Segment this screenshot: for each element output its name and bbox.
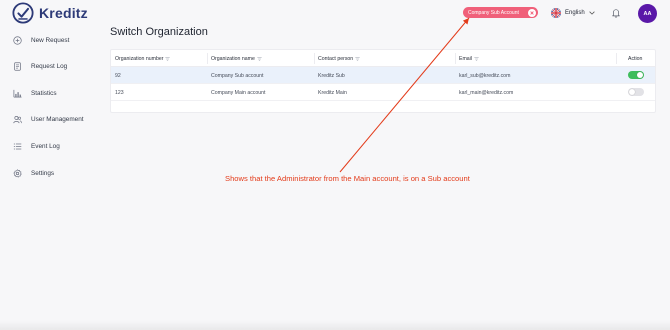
org-name-cell: Company Main account bbox=[211, 89, 266, 96]
org-number-cell: 123 bbox=[115, 89, 124, 96]
sidebar-item-label: Statistics bbox=[31, 89, 57, 97]
sidebar-item-label: Settings bbox=[31, 169, 55, 177]
filter-icon bbox=[165, 56, 171, 61]
language-label: English bbox=[565, 10, 585, 16]
sidebar-item-statistics[interactable]: Statistics bbox=[13, 86, 57, 100]
email-cell: karl_main@kreditz.com bbox=[459, 89, 514, 96]
uk-flag-icon bbox=[551, 8, 561, 18]
column-header-action: Action bbox=[628, 55, 643, 62]
filter-icon bbox=[474, 56, 479, 61]
sidebar-item-event-log[interactable]: Event Log bbox=[13, 139, 60, 153]
logo[interactable]: Kreditz bbox=[12, 2, 88, 24]
avatar[interactable]: AA bbox=[638, 4, 657, 23]
gear-icon bbox=[13, 168, 22, 178]
column-divider bbox=[455, 53, 456, 64]
annotation-text: Shows that the Administrator from the Ma… bbox=[225, 174, 470, 183]
sidebar-item-request-log[interactable]: Request Log bbox=[13, 59, 67, 73]
bottom-shadow bbox=[0, 320, 670, 330]
sidebar: Kreditz New Request Request Log Statisti… bbox=[0, 0, 100, 330]
table-row[interactable]: 123 Company Main account Kreditz Main ka… bbox=[111, 84, 655, 101]
sidebar-item-label: User Management bbox=[31, 115, 84, 123]
chevron-down-icon bbox=[589, 11, 595, 15]
sidebar-item-settings[interactable]: Settings bbox=[13, 166, 54, 180]
users-icon bbox=[13, 115, 22, 123]
page-title: Switch Organization bbox=[110, 26, 208, 38]
sidebar-item-label: Request Log bbox=[31, 62, 68, 70]
table-header: Organization number Organization name Co… bbox=[111, 50, 655, 67]
sidebar-item-new-request[interactable]: New Request bbox=[13, 33, 69, 47]
org-name-cell: Company Sub account bbox=[211, 72, 264, 79]
language-selector[interactable]: English bbox=[551, 7, 595, 19]
plus-circle-icon bbox=[13, 35, 22, 45]
email-cell: karl_sub@kreditz.com bbox=[459, 72, 511, 79]
contact-cell: Kreditz Main bbox=[318, 89, 347, 96]
logo-check-icon bbox=[12, 2, 34, 24]
sidebar-item-user-management[interactable]: User Management bbox=[13, 112, 84, 126]
switch-organization-toggle[interactable] bbox=[628, 71, 644, 79]
bell-icon[interactable] bbox=[611, 8, 621, 18]
organization-table: Organization number Organization name Co… bbox=[110, 49, 656, 113]
column-divider bbox=[616, 53, 617, 64]
table-row[interactable]: 92 Company Sub account Kreditz Sub karl_… bbox=[111, 67, 655, 84]
current-organization-badge[interactable]: Company Sub Account bbox=[463, 7, 538, 18]
filter-icon bbox=[355, 56, 360, 61]
sidebar-item-label: Event Log bbox=[31, 142, 60, 150]
filter-icon bbox=[257, 56, 262, 61]
list-icon bbox=[13, 142, 22, 150]
column-header-email[interactable]: Email bbox=[459, 50, 479, 67]
column-divider bbox=[314, 53, 315, 64]
column-header-org-name[interactable]: Organization name bbox=[211, 50, 262, 67]
switch-organization-toggle[interactable] bbox=[628, 88, 644, 96]
logo-text: Kreditz bbox=[39, 5, 88, 21]
sidebar-item-label: New Request bbox=[31, 36, 70, 44]
column-header-contact[interactable]: Contact person bbox=[318, 50, 360, 67]
toggle-knob bbox=[637, 72, 643, 78]
bar-chart-icon bbox=[13, 89, 22, 97]
org-number-cell: 92 bbox=[115, 72, 121, 79]
toggle-knob bbox=[629, 89, 635, 95]
close-icon[interactable] bbox=[528, 8, 536, 17]
column-header-org-number[interactable]: Organization number bbox=[115, 50, 171, 67]
column-divider bbox=[207, 53, 208, 64]
contact-cell: Kreditz Sub bbox=[318, 72, 345, 79]
document-icon bbox=[14, 61, 21, 71]
current-organization-label: Company Sub Account bbox=[468, 9, 519, 16]
